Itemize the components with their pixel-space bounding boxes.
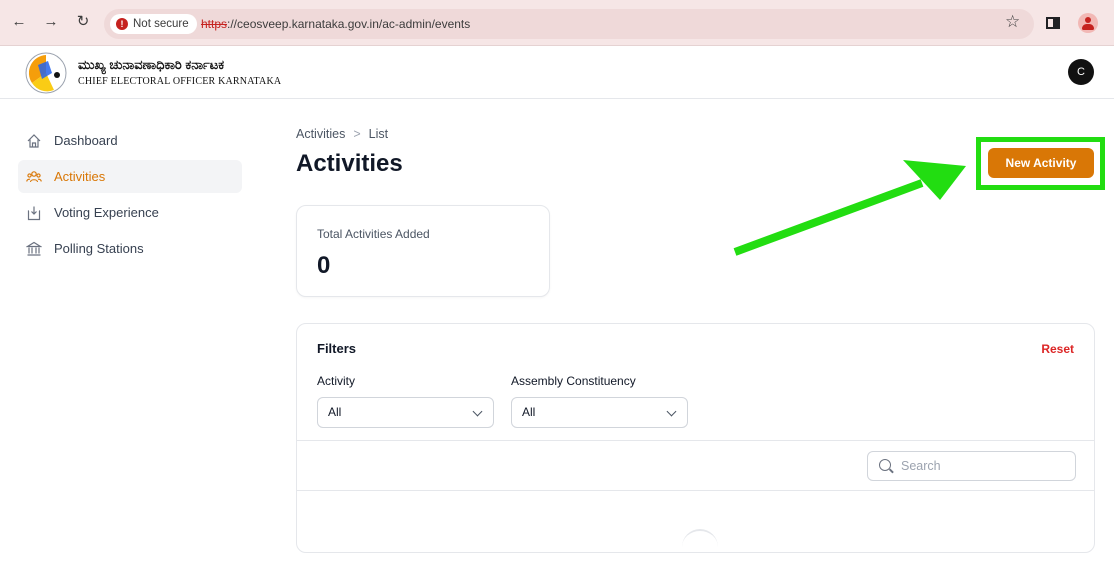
loading-spinner (682, 529, 718, 565)
annotation-arrow (733, 160, 966, 256)
